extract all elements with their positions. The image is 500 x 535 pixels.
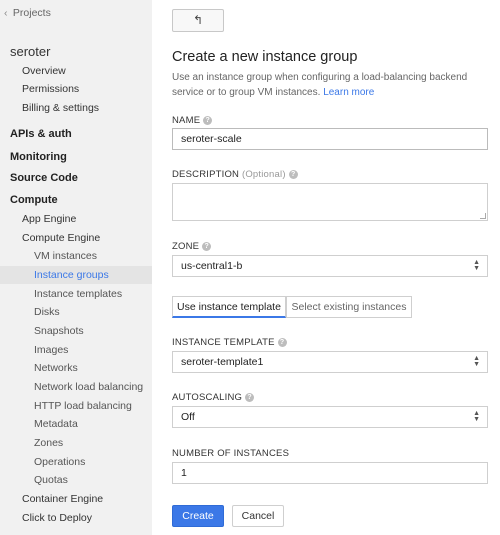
main-content: ↰ Create a new instance group Use an ins… — [152, 0, 500, 535]
zone-select-value: us-central1-b — [181, 260, 243, 272]
sidebar-item-metadata[interactable]: Metadata — [0, 415, 152, 433]
select-arrows-icon: ▲ ▼ — [473, 355, 480, 368]
help-icon[interactable]: ? — [203, 115, 213, 125]
cancel-button[interactable]: Cancel — [232, 505, 284, 527]
help-icon[interactable]: ? — [202, 241, 212, 251]
select-arrows-icon: ▲ ▼ — [473, 259, 480, 272]
page-description: Use an instance group when configuring a… — [172, 70, 492, 100]
sidebar-item-operations[interactable]: Operations — [0, 453, 152, 471]
back-button[interactable]: ↰ — [172, 9, 224, 32]
description-label-text: DESCRIPTION — [172, 169, 240, 180]
sidebar-section-compute[interactable]: Compute — [0, 191, 152, 209]
sidebar-item-disks[interactable]: Disks — [0, 303, 152, 321]
sidebar-item-quotas[interactable]: Quotas — [0, 471, 152, 489]
instance-template-label-text: INSTANCE TEMPLATE — [172, 337, 275, 348]
tab-use-instance-template[interactable]: Use instance template — [172, 296, 286, 318]
autoscaling-select[interactable]: Off ▲ ▼ — [172, 406, 488, 428]
instance-template-label: INSTANCE TEMPLATE? — [172, 337, 287, 348]
number-of-instances-input[interactable]: 1 — [172, 462, 488, 484]
name-label: NAME? — [172, 115, 213, 126]
sidebar-item-http-load-balancing[interactable]: HTTP load balancing — [0, 397, 152, 415]
select-arrows-icon: ▲ ▼ — [473, 410, 480, 423]
sidebar-item-images[interactable]: Images — [0, 341, 152, 359]
sidebar-item-instance-templates[interactable]: Instance templates — [0, 285, 152, 303]
zone-select[interactable]: us-central1-b ▲ ▼ — [172, 255, 488, 277]
zone-label: ZONE? — [172, 241, 212, 252]
create-button[interactable]: Create — [172, 505, 224, 527]
number-of-instances-label: NUMBER OF INSTANCES — [172, 448, 290, 459]
help-icon[interactable]: ? — [288, 169, 298, 179]
sidebar-item-permissions[interactable]: Permissions — [0, 80, 152, 98]
sidebar-section-apis-auth[interactable]: APIs & auth — [0, 125, 152, 143]
tab-select-existing-instances[interactable]: Select existing instances — [286, 296, 412, 318]
back-to-projects-label: Projects — [12, 7, 51, 19]
help-icon[interactable]: ? — [277, 337, 287, 347]
description-text: Use an instance group when configuring a… — [172, 72, 468, 98]
sidebar-item-app-engine[interactable]: App Engine — [0, 210, 152, 228]
sidebar-item-snapshots[interactable]: Snapshots — [0, 322, 152, 340]
description-textarea[interactable] — [172, 183, 488, 221]
sidebar-item-overview[interactable]: Overview — [0, 62, 152, 80]
sidebar-section-source-code[interactable]: Source Code — [0, 169, 152, 187]
autoscaling-label-text: AUTOSCALING — [172, 392, 243, 403]
name-label-text: NAME — [172, 115, 201, 126]
instance-template-select-value: seroter-template1 — [181, 356, 264, 368]
learn-more-link[interactable]: Learn more — [323, 87, 374, 98]
sidebar-item-zones[interactable]: Zones — [0, 434, 152, 452]
sidebar-item-container-engine[interactable]: Container Engine — [0, 490, 152, 508]
sidebar-item-compute-engine[interactable]: Compute Engine — [0, 229, 152, 247]
name-input[interactable]: seroter-scale — [172, 128, 488, 150]
chevron-left-icon: ‹ — [4, 7, 8, 19]
description-label: DESCRIPTION (Optional)? — [172, 169, 298, 180]
sidebar-section-monitoring[interactable]: Monitoring — [0, 148, 152, 166]
back-arrow-icon: ↰ — [192, 13, 204, 27]
resize-handle-icon[interactable] — [480, 213, 486, 219]
zone-label-text: ZONE — [172, 241, 200, 252]
sidebar: ‹ Projects seroter Overview Permissions … — [0, 0, 152, 535]
instance-template-select[interactable]: seroter-template1 ▲ ▼ — [172, 351, 488, 373]
help-icon[interactable]: ? — [245, 392, 255, 402]
autoscaling-label: AUTOSCALING? — [172, 392, 255, 403]
optional-hint: (Optional) — [241, 169, 286, 180]
sidebar-item-networks[interactable]: Networks — [0, 359, 152, 377]
sidebar-item-vm-instances[interactable]: VM instances — [0, 247, 152, 265]
sidebar-item-network-load-balancing[interactable]: Network load balancing — [0, 378, 152, 396]
page-title: Create a new instance group — [172, 49, 358, 65]
sidebar-item-click-to-deploy[interactable]: Click to Deploy — [0, 509, 152, 527]
back-to-projects-link[interactable]: ‹ Projects — [0, 5, 152, 21]
sidebar-item-instance-groups[interactable]: Instance groups — [0, 266, 152, 284]
autoscaling-select-value: Off — [181, 411, 195, 423]
project-name[interactable]: seroter — [0, 42, 152, 62]
sidebar-item-billing-settings[interactable]: Billing & settings — [0, 99, 152, 117]
